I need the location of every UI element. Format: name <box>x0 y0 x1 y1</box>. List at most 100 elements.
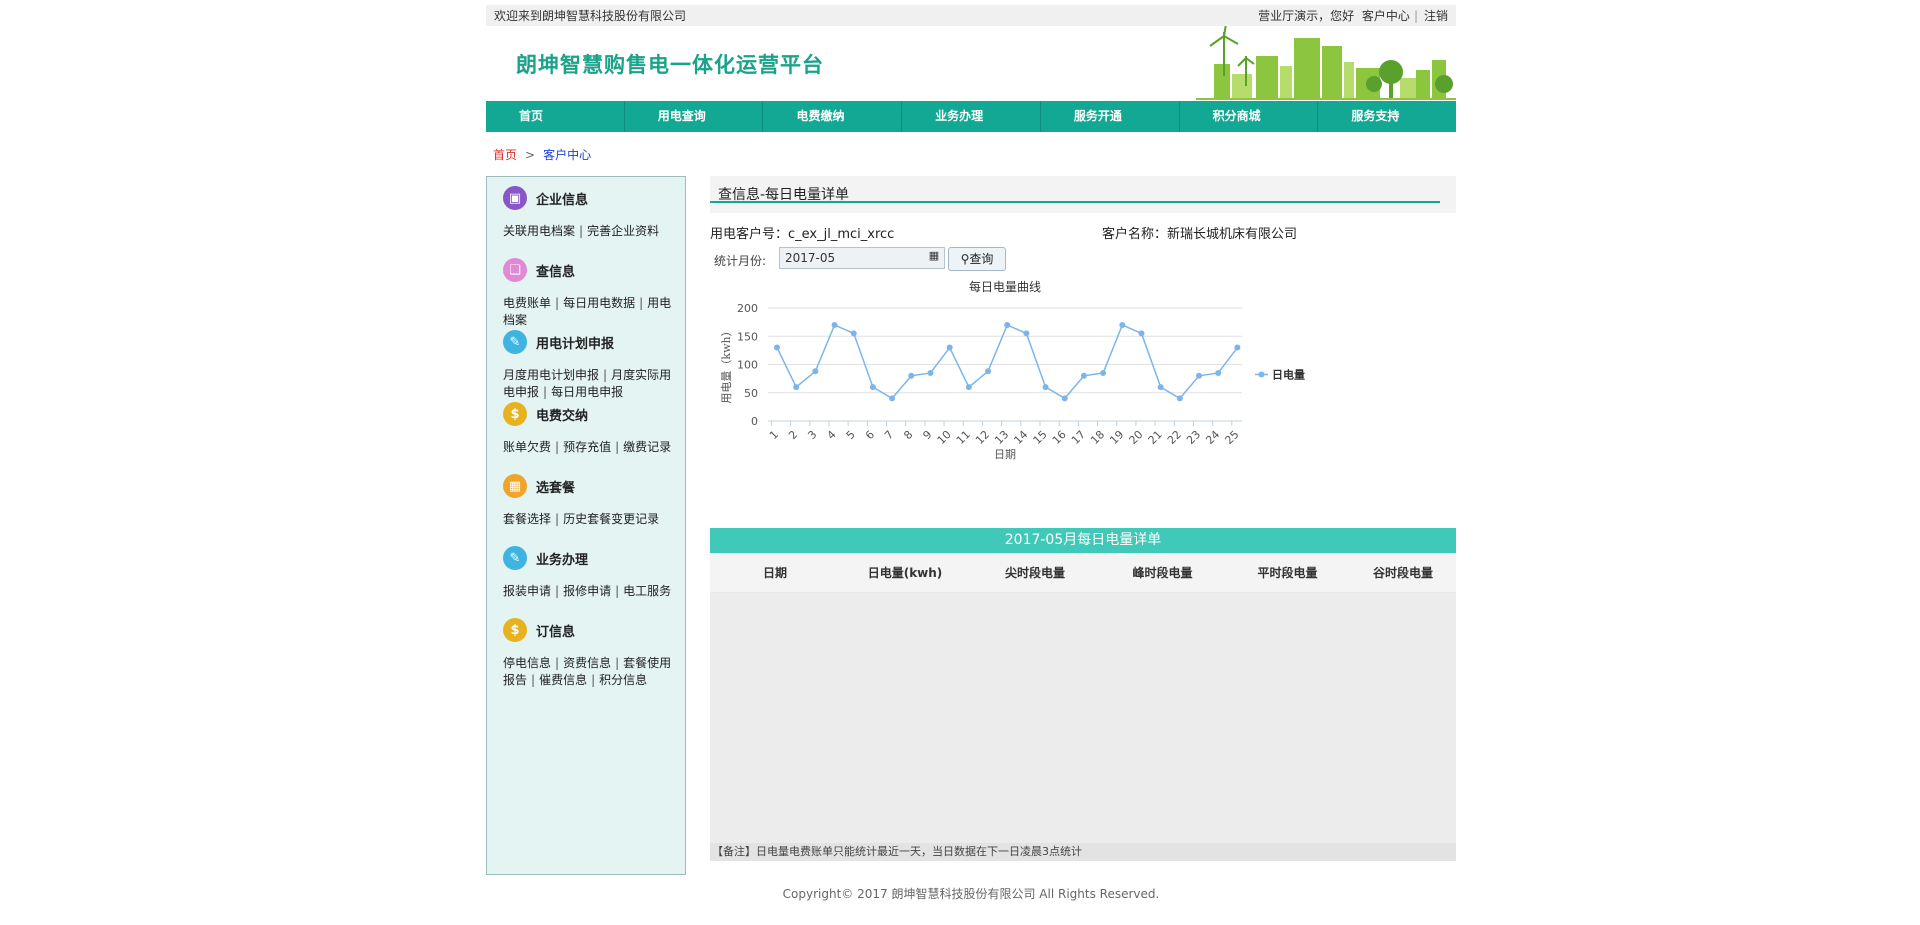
sidebar-section-title[interactable]: 用电计划申报 <box>536 333 614 352</box>
sidebar-section-title[interactable]: 订信息 <box>536 621 575 640</box>
sidebar-section: ✎ 业务办理 报装申请 | 报修申请 | 电工服务 <box>503 545 673 600</box>
sidebar-link[interactable]: 每日用电数据 <box>563 296 635 310</box>
sidebar-links: 套餐选择 | 历史套餐变更记录 <box>503 511 673 528</box>
sidebar-link[interactable]: 关联用电档案 <box>503 224 575 238</box>
nav-service-open[interactable]: 服务开通 <box>1041 101 1180 132</box>
month-input[interactable]: 2017-05 <box>779 247 945 269</box>
sidebar-links: 月度用电计划申报 | 月度实际用电申报 | 每日用电申报 <box>503 367 673 401</box>
col-valley: 谷时段电量 <box>1372 566 1433 580</box>
query-button[interactable]: ⚲查询 <box>948 247 1006 271</box>
main-content: 查信息-每日电量详单 用电客户号：c_ex_jl_mci_xrcc 客户名称：新… <box>710 176 1456 861</box>
x-tick-label: 9 <box>920 428 934 442</box>
x-tick-label: 19 <box>1107 428 1126 447</box>
sidebar-link[interactable]: 报修申请 <box>563 584 611 598</box>
sidebar-link[interactable]: 资费信息 <box>563 656 611 670</box>
sidebar-links: 报装申请 | 报修申请 | 电工服务 <box>503 583 673 600</box>
data-point <box>1080 372 1087 379</box>
sidebar-section: ▣ 企业信息 关联用电档案 | 完善企业资料 <box>503 185 673 240</box>
customer-info: 用电客户号：c_ex_jl_mci_xrcc 客户名称：新瑞长城机床有限公司 <box>710 213 1456 245</box>
sidebar-link[interactable]: 完善企业资料 <box>587 224 659 238</box>
y-tick-label: 50 <box>744 387 758 400</box>
query-button-label: 查询 <box>969 252 994 266</box>
x-tick-label: 17 <box>1069 428 1088 447</box>
sidebar-section: ✎ 用电计划申报 月度用电计划申报 | 月度实际用电申报 | 每日用电申报 <box>503 329 673 401</box>
x-tick-label: 25 <box>1222 428 1241 447</box>
nav-bill-payment[interactable]: 电费缴纳 <box>763 101 903 132</box>
data-point <box>946 344 953 351</box>
sidebar-section-title[interactable]: 业务办理 <box>536 549 588 568</box>
link-separator: | <box>591 673 596 687</box>
x-tick-label: 12 <box>973 428 992 447</box>
dollar-icon: $ <box>503 618 527 642</box>
sidebar-link[interactable]: 报装申请 <box>503 584 551 598</box>
sidebar-section-head: ▦ 选套餐 <box>503 473 673 499</box>
data-point <box>869 384 876 391</box>
sidebar-section: ❏ 查信息 电费账单 | 每日用电数据 | 用电档案 <box>503 257 673 329</box>
sidebar-link[interactable]: 历史套餐变更记录 <box>563 512 659 526</box>
main-nav: 首页 用电查询 电费缴纳 业务办理 服务开通 积分商城 服务支持 <box>486 101 1456 132</box>
link-separator: | <box>603 368 608 382</box>
nav-business[interactable]: 业务办理 <box>902 101 1041 132</box>
city-skyline-illustration <box>1196 26 1456 100</box>
sidebar-links: 电费账单 | 每日用电数据 | 用电档案 <box>503 295 673 329</box>
customer-name-value: 新瑞长城机床有限公司 <box>1167 227 1298 242</box>
x-tick-label: 23 <box>1184 428 1203 447</box>
nav-points-mall[interactable]: 积分商城 <box>1180 101 1319 132</box>
sidebar-link[interactable]: 套餐选择 <box>503 512 551 526</box>
sidebar-links: 关联用电档案 | 完善企业资料 <box>503 223 673 240</box>
sidebar-section-title[interactable]: 选套餐 <box>536 477 575 496</box>
customer-no: 用电客户号：c_ex_jl_mci_xrcc <box>710 223 894 242</box>
data-point <box>793 384 800 391</box>
title-underline <box>710 201 1440 203</box>
sidebar-link[interactable]: 月度用电计划申报 <box>503 368 599 382</box>
logout-link[interactable]: 注销 <box>1424 9 1448 23</box>
col-sharp: 尖时段电量 <box>1004 566 1065 580</box>
link-separator: | <box>555 656 560 670</box>
x-tick-label: 8 <box>901 428 915 442</box>
x-tick-label: 7 <box>882 428 896 442</box>
sidebar-section: ▦ 选套餐套餐选择 | 历史套餐变更记录 <box>503 473 673 528</box>
chart-svg: 每日电量曲线0501001502001 2 3 4 5 6 7 8 9 10 11 12 13 14 15 1… <box>720 279 1305 461</box>
x-tick-label: 21 <box>1146 428 1165 447</box>
x-tick-label: 18 <box>1088 428 1107 447</box>
customer-center-link[interactable]: 客户中心 <box>1362 9 1410 23</box>
sidebar-section-title[interactable]: 电费交纳 <box>536 405 588 424</box>
sidebar-section-title[interactable]: 企业信息 <box>536 189 588 208</box>
y-tick-label: 100 <box>737 359 758 372</box>
nav-support[interactable]: 服务支持 <box>1318 101 1456 132</box>
legend-marker <box>1258 371 1265 378</box>
sidebar-link[interactable]: 电费账单 <box>503 296 551 310</box>
breadcrumb: 首页 > 客户中心 <box>486 132 1456 168</box>
user-links: 营业厅演示，您好 客户中心 | 注销 <box>1254 7 1448 24</box>
sidebar-link[interactable]: 停电信息 <box>503 656 551 670</box>
sidebar-link[interactable]: 缴费记录 <box>623 440 671 454</box>
data-point <box>965 384 972 391</box>
chart-title: 每日电量曲线 <box>969 279 1041 294</box>
data-point <box>831 321 838 328</box>
col-peak: 峰时段电量 <box>1132 566 1193 580</box>
sidebar-link[interactable]: 每日用电申报 <box>551 385 623 399</box>
data-point <box>1119 321 1126 328</box>
link-separator: | <box>555 512 560 526</box>
data-point <box>985 368 992 375</box>
data-point <box>1215 369 1222 376</box>
x-tick-label: 4 <box>825 428 839 442</box>
sidebar-link[interactable]: 催费信息 <box>539 673 587 687</box>
nav-home[interactable]: 首页 <box>486 101 625 132</box>
calendar-icon[interactable]: ▦ <box>927 249 941 265</box>
sidebar-section-head: $ 订信息 <box>503 617 673 643</box>
x-tick-label: 11 <box>954 428 973 447</box>
sidebar-link[interactable]: 积分信息 <box>599 673 647 687</box>
sidebar-section-title[interactable]: 查信息 <box>536 261 575 280</box>
sidebar-link[interactable]: 账单欠费 <box>503 440 551 454</box>
breadcrumb-home[interactable]: 首页 <box>493 148 517 162</box>
query-form: 统计月份: 2017-05 ▦ ⚲查询 <box>710 245 1456 273</box>
sidebar-link[interactable]: 电工服务 <box>623 584 671 598</box>
plan-report-icon: ✎ <box>503 330 527 354</box>
data-point <box>850 330 857 337</box>
breadcrumb-current[interactable]: 客户中心 <box>543 148 591 162</box>
header: 朗坤智慧购售电一体化运营平台 <box>486 26 1456 101</box>
sidebar-link[interactable]: 预存充值 <box>563 440 611 454</box>
nav-usage-query[interactable]: 用电查询 <box>625 101 764 132</box>
dollar-icon: $ <box>503 402 527 426</box>
